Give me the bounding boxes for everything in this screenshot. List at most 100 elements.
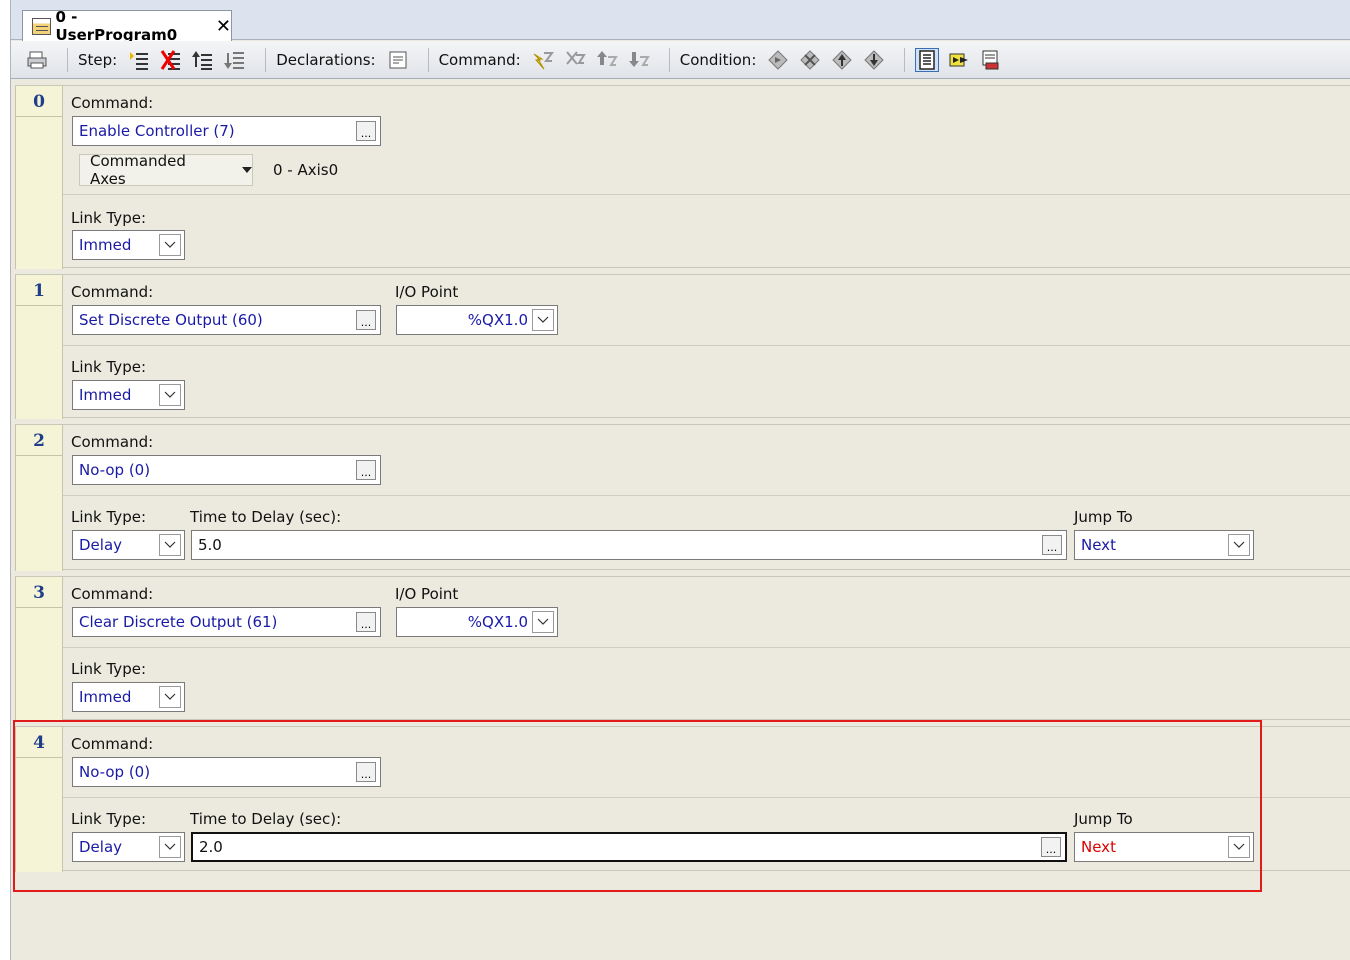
print-icon[interactable] [25, 48, 49, 72]
command-value: No-op (0) [79, 763, 151, 781]
link-type-value: Immed [79, 236, 132, 254]
step-number-cell: 0 [15, 86, 63, 269]
chevron-down-icon[interactable] [532, 611, 554, 633]
move-condition-up-icon[interactable] [830, 48, 854, 72]
delete-command-icon[interactable] [563, 48, 587, 72]
command-field[interactable]: Clear Discrete Output (61) ... [72, 607, 381, 637]
step-number: 1 [33, 281, 45, 301]
time-to-delay-label: Time to Delay (sec): [190, 508, 342, 526]
command-field[interactable]: Enable Controller (7) ... [72, 116, 381, 146]
dropdown-arrow-icon [242, 167, 252, 173]
io-point-label: I/O Point [395, 283, 459, 301]
move-step-up-icon[interactable] [191, 48, 215, 72]
step-number: 0 [33, 92, 45, 112]
command-value: Clear Discrete Output (61) [79, 613, 278, 631]
commanded-axes-dropdown[interactable]: Commanded Axes [79, 152, 253, 188]
link-type-label: Link Type: [71, 209, 146, 227]
step-number: 3 [33, 583, 45, 603]
command-browse-button[interactable]: ... [356, 310, 376, 330]
jump-to-value: Next [1081, 536, 1116, 554]
chevron-down-icon[interactable] [159, 384, 181, 406]
step-number-cell: 3 [15, 577, 63, 721]
download-icon[interactable] [979, 48, 1003, 72]
time-to-delay-value: 5.0 [198, 536, 222, 554]
time-to-delay-input[interactable]: 5.0 ... [191, 530, 1067, 560]
io-point-select[interactable]: %QX1.0 [396, 305, 558, 335]
delete-step-icon[interactable] [159, 48, 183, 72]
command-browse-button[interactable]: ... [356, 612, 376, 632]
axes-value: 0 - Axis0 [273, 161, 339, 179]
delay-browse-button[interactable]: ... [1042, 535, 1062, 555]
tab-userprogram0[interactable]: 0 - UserProgram0 ✕ [22, 8, 232, 44]
chevron-down-icon[interactable] [1228, 836, 1250, 858]
command-label: Command: [71, 283, 154, 301]
jump-to-select[interactable]: Next [1074, 832, 1254, 862]
link-type-label: Link Type: [71, 810, 146, 828]
command-value: No-op (0) [79, 461, 151, 479]
command-field[interactable]: Set Discrete Output (60) ... [72, 305, 381, 335]
command-browse-button[interactable]: ... [356, 460, 376, 480]
io-point-value: %QX1.0 [467, 613, 528, 631]
link-type-select[interactable]: Delay [72, 530, 185, 560]
commanded-axes-label: Commanded Axes [90, 152, 186, 188]
command-field[interactable]: No-op (0) ... [72, 455, 381, 485]
link-type-select[interactable]: Immed [72, 380, 185, 410]
jump-to-label: Jump To [1074, 810, 1133, 828]
compile-icon[interactable] [947, 48, 971, 72]
chevron-down-icon[interactable] [159, 234, 181, 256]
toolbar-separator [904, 47, 906, 72]
command-value: Enable Controller (7) [79, 122, 235, 140]
link-type-value: Immed [79, 386, 132, 404]
add-command-icon[interactable] [531, 48, 555, 72]
command-value: Set Discrete Output (60) [79, 311, 263, 329]
declarations-icon[interactable] [386, 48, 410, 72]
toolbar-separator [265, 47, 267, 72]
command-label: Command: [71, 433, 154, 451]
link-type-select[interactable]: Immed [72, 230, 185, 260]
chevron-down-icon[interactable] [1228, 534, 1250, 556]
command-browse-button[interactable]: ... [356, 121, 376, 141]
jump-to-select[interactable]: Next [1074, 530, 1254, 560]
command-browse-button[interactable]: ... [356, 762, 376, 782]
declarations-label: Declarations: [276, 50, 376, 69]
left-margin [0, 0, 11, 960]
step-label: Step: [78, 50, 118, 69]
chevron-down-icon[interactable] [159, 836, 181, 858]
toolbar-separator [668, 47, 670, 72]
delay-browse-button[interactable]: ... [1041, 837, 1061, 857]
move-condition-down-icon[interactable] [862, 48, 886, 72]
step-panel-4: 4 Command: No-op (0) ... Link Type: Dela… [15, 726, 1350, 872]
link-type-value: Delay [79, 838, 123, 856]
detail-view-icon[interactable] [915, 47, 940, 72]
toolbar-separator [427, 47, 429, 72]
move-command-up-icon[interactable] [595, 48, 619, 72]
step-panel-1: 1 Command: Set Discrete Output (60) ... … [15, 274, 1350, 419]
step-panel-3: 3 Command: Clear Discrete Output (61) ..… [15, 576, 1350, 721]
io-point-value: %QX1.0 [467, 311, 528, 329]
link-type-select[interactable]: Immed [72, 682, 185, 712]
chevron-down-icon[interactable] [532, 309, 554, 331]
toolbar-separator [67, 47, 68, 72]
step-number: 2 [33, 431, 45, 451]
insert-step-icon[interactable] [127, 48, 151, 72]
add-condition-icon[interactable] [766, 48, 790, 72]
time-to-delay-input[interactable]: 2.0 ... [191, 832, 1067, 862]
link-type-select[interactable]: Delay [72, 832, 185, 862]
io-point-select[interactable]: %QX1.0 [396, 607, 558, 637]
step-number-cell: 1 [15, 275, 63, 419]
io-point-label: I/O Point [395, 585, 459, 603]
command-label: Command: [438, 50, 521, 69]
move-step-down-icon[interactable] [223, 48, 247, 72]
chevron-down-icon[interactable] [159, 534, 181, 556]
program-icon [32, 17, 52, 35]
close-icon[interactable]: ✕ [216, 16, 231, 37]
link-type-value: Delay [79, 536, 123, 554]
delete-condition-icon[interactable] [798, 48, 822, 72]
link-type-value: Immed [79, 688, 132, 706]
link-type-label: Link Type: [71, 660, 146, 678]
command-field[interactable]: No-op (0) ... [72, 757, 381, 787]
chevron-down-icon[interactable] [159, 686, 181, 708]
jump-to-label: Jump To [1074, 508, 1133, 526]
move-command-down-icon[interactable] [627, 48, 651, 72]
time-to-delay-label: Time to Delay (sec): [190, 810, 342, 828]
